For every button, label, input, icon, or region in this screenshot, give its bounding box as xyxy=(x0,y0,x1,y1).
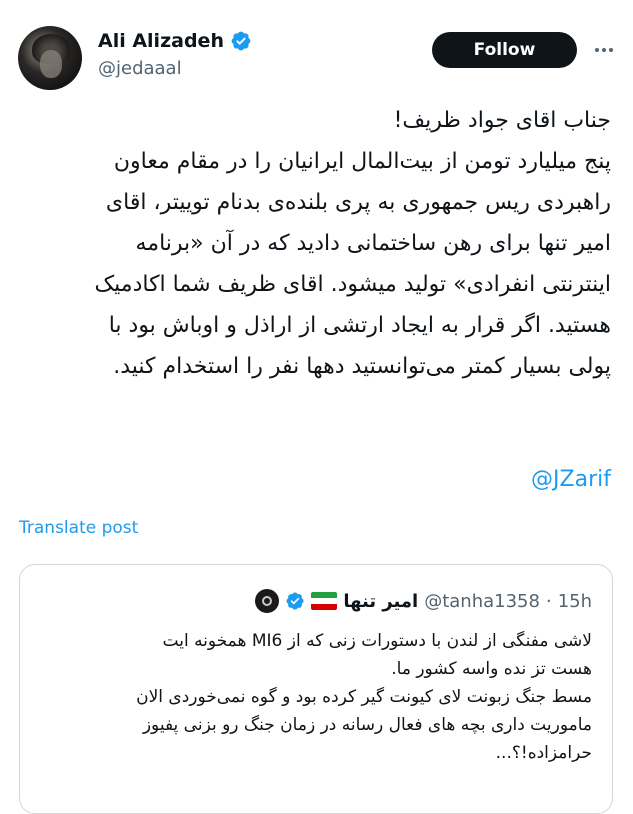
quoted-text: لاشی مفنگی از لندن با دستورات زنی که از … xyxy=(32,627,592,767)
quoted-header: 15h · @tanha1358 امیر تنها xyxy=(255,589,592,613)
quoted-line: لاشی مفنگی از لندن با دستورات زنی که از … xyxy=(162,631,592,651)
follow-button[interactable]: Follow xyxy=(432,32,577,68)
quoted-line: حرامزاده!؟... xyxy=(495,743,592,763)
more-horizontal-icon[interactable] xyxy=(592,38,616,62)
tweet-line: پنج میلیارد تومن از بیت‌المال ایرانیان ر… xyxy=(113,149,611,174)
verified-badge-icon xyxy=(231,31,251,51)
quoted-avatar[interactable] xyxy=(255,589,280,613)
quoted-separator: · xyxy=(545,590,552,612)
author-handle[interactable]: @jedaaal xyxy=(98,58,182,79)
translate-post-link[interactable]: Translate post xyxy=(19,518,138,538)
verified-badge-icon xyxy=(286,592,304,610)
tweet-text: جناب اقای جواد ظریف! پنج میلیارد تومن از… xyxy=(11,100,611,387)
tweet-line: پولی بسیار کمتر می‌توانستید دهها نفر را … xyxy=(113,354,611,379)
tweet-line: جناب اقای جواد ظریف! xyxy=(393,108,611,133)
quoted-tweet[interactable]: 15h · @tanha1358 امیر تنها لاشی مفنگی از… xyxy=(19,564,613,814)
avatar[interactable] xyxy=(18,26,82,90)
tweet-line: هستید. اگر قرار به ایجاد ارتشی از اراذل … xyxy=(108,313,611,338)
quoted-name[interactable]: امیر تنها xyxy=(343,591,418,612)
mention-link[interactable]: @JZarif xyxy=(531,467,611,492)
tweet-line: امیر تنها برای رهن ساختمانی دادید که در … xyxy=(135,231,611,256)
quoted-line: هست تز نده واسه کشور ما. xyxy=(391,659,592,679)
quoted-time[interactable]: 15h xyxy=(558,591,592,612)
quoted-handle[interactable]: @tanha1358 xyxy=(424,591,540,612)
quoted-line: مسط جنگ زبونت لای کیونت گیر کرده بود و گ… xyxy=(136,687,592,707)
tweet-line: اینترنتی انفرادی» تولید میشود. اقای ظریف… xyxy=(94,272,611,297)
iran-flag-icon xyxy=(311,592,338,610)
quoted-line: ماموریت داری بچه های فعال رسانه در زمان … xyxy=(142,715,592,735)
author-name-row: Ali Alizadeh xyxy=(98,30,252,52)
author-name[interactable]: Ali Alizadeh xyxy=(98,30,224,52)
tweet-line: راهبردی ریس جمهوری به پری بلنده‌ی بدنام … xyxy=(105,190,611,215)
